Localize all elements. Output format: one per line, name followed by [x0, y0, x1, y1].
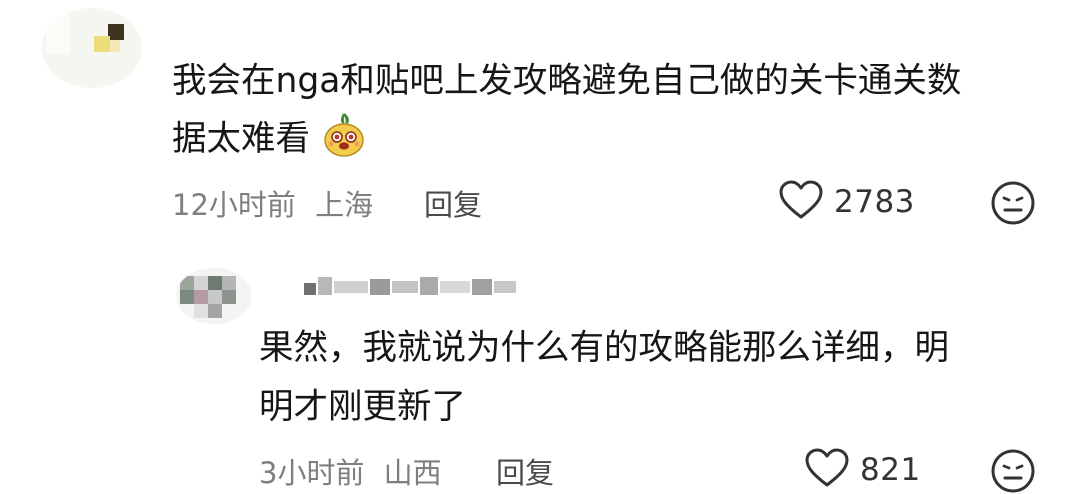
heart-outline-icon [804, 448, 850, 492]
heart-outline-icon [778, 180, 824, 224]
comment-text-line: 果然，我就说为什么有的攻略能那么详细，明 [259, 328, 949, 368]
reply-button[interactable]: 回复 [424, 182, 482, 224]
timestamp: 12小时前 [172, 188, 296, 222]
username[interactable] [304, 275, 518, 297]
reply-button[interactable]: 回复 [496, 450, 554, 492]
like-button[interactable]: 2783 [778, 180, 915, 224]
location: 山西 [383, 456, 442, 490]
comment-text-fragment: 据太难看 [172, 119, 310, 159]
comment-thread: 我会在nga和贴吧上发攻略避免自己做的关卡通关数 据太难看 12小时前 上海 回… [0, 0, 1080, 494]
comment-text-line: 据太难看 [172, 110, 365, 168]
like-count: 2783 [834, 184, 915, 220]
like-button[interactable]: 821 [804, 448, 921, 492]
like-count: 821 [860, 452, 921, 488]
avatar[interactable] [176, 268, 252, 324]
neutral-face-icon [990, 181, 1036, 230]
timestamp: 3小时前 [259, 456, 365, 490]
dislike-button[interactable] [990, 448, 1036, 494]
comment-meta: 12小时前 上海 [172, 182, 373, 224]
neutral-face-icon [990, 449, 1036, 494]
location: 上海 [315, 188, 374, 222]
avatar[interactable] [42, 8, 142, 88]
comment-text-line: 我会在nga和贴吧上发攻略避免自己做的关卡通关数 [172, 61, 962, 101]
dislike-button[interactable] [990, 180, 1036, 230]
comment-meta: 3小时前 山西 [259, 450, 442, 492]
comment-text-line: 明才刚更新了 [259, 387, 466, 427]
melon-face-emoji-icon [323, 112, 365, 158]
